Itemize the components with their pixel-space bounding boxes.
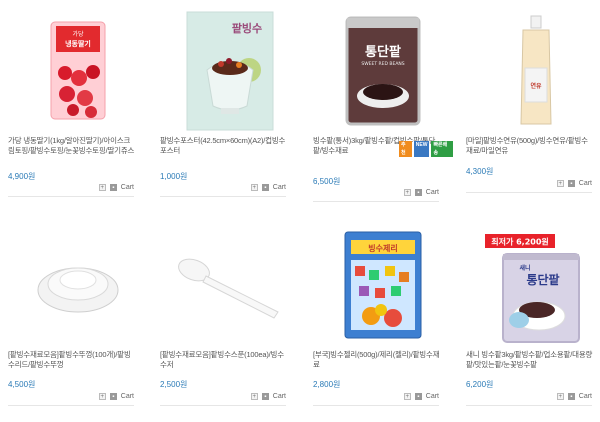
- divider: [313, 201, 439, 202]
- product-image[interactable]: 가당 냉동딸기: [8, 8, 148, 133]
- divider: [160, 196, 286, 197]
- plus-icon[interactable]: +: [556, 180, 564, 187]
- product-actions: + ▪ Cart: [403, 393, 439, 400]
- product-price: 1,000원: [160, 172, 188, 181]
- cart-label[interactable]: Cart: [579, 180, 592, 187]
- badge-new: NEW: [413, 141, 430, 157]
- plus-icon[interactable]: +: [250, 393, 258, 400]
- product-name[interactable]: [팥빙수재료모음]팥빙수스푼(100ea)/빙수수저: [160, 350, 288, 370]
- product-card[interactable]: [팥빙수재료모음]팥빙수뚜껑(100개)/팥빙수리드/팥빙수뚜껑 4,500원 …: [8, 222, 148, 422]
- p8-banner: 최저가 6,200원: [491, 236, 549, 246]
- cart-icon[interactable]: ▪: [109, 393, 117, 400]
- product-card[interactable]: 가당 냉동딸기 가당 냉동딸기(1kg/알아진딸기)/아이스크림토핑/팥빙수토핑…: [8, 8, 148, 208]
- product-card[interactable]: 연유 [마일]팥빙수연유(500g)/빙수연유/팥빙수재료/마일연유 4,300…: [466, 8, 600, 208]
- product-name[interactable]: 팥빙수포스터(42.5cm×60cm)(A2)/컵빙수포스터: [160, 136, 288, 156]
- p3-sub: SWEET RED BEANS: [361, 61, 404, 67]
- badge-fast: 빠른배송: [431, 141, 453, 157]
- product-card[interactable]: 통단팥 SWEET RED BEANS 빙수팥(통서)3kg/팥빙수팥/컵빙수팥…: [313, 8, 453, 208]
- product-card[interactable]: 빙수제리 [부국]빙수젤리(500g)/제리(젤리)/팥빙수재료 2,800원 …: [313, 222, 453, 422]
- product-actions: + ▪ Cart: [250, 393, 286, 400]
- cart-label[interactable]: Cart: [273, 393, 286, 400]
- cart-icon[interactable]: ▪: [414, 393, 422, 400]
- product-name[interactable]: 가당 냉동딸기(1kg/알아진딸기)/아이스크림토핑/팥빙수토핑/눈꽃빙수토핑/…: [8, 136, 136, 156]
- cart-label[interactable]: Cart: [579, 393, 592, 400]
- product-name[interactable]: 새니 빙수팥3kg/팥빙수팥/업소용팥/대용량팥/맛있는팥/눈꽃빙수팥: [466, 350, 594, 370]
- divider: [313, 405, 439, 406]
- product-price: 4,300원: [466, 167, 494, 176]
- cart-label[interactable]: Cart: [121, 393, 134, 400]
- cart-label[interactable]: Cart: [273, 184, 286, 191]
- p1-brand: 가당: [72, 30, 84, 38]
- product-actions: + ▪ Cart: [250, 184, 286, 191]
- product-actions: + ▪ Cart: [98, 393, 134, 400]
- product-card[interactable]: [팥빙수재료모음]팥빙수스푼(100ea)/빙수수저 2,500원 + ▪ Ca…: [160, 222, 300, 422]
- p2-title: 팥빙수: [232, 21, 262, 35]
- p7-title: 빙수제리: [368, 243, 397, 253]
- divider: [160, 405, 286, 406]
- product-image[interactable]: 팥빙수: [160, 8, 300, 133]
- product-name[interactable]: [팥빙수재료모음]팥빙수뚜껑(100개)/팥빙수리드/팥빙수뚜껑: [8, 350, 136, 370]
- cart-icon[interactable]: ▪: [261, 393, 269, 400]
- product-image[interactable]: 연유: [466, 8, 600, 133]
- product-name[interactable]: [마일]팥빙수연유(500g)/빙수연유/팥빙수재료/마일연유: [466, 136, 594, 156]
- product-image[interactable]: [8, 222, 148, 347]
- divider: [466, 192, 592, 193]
- plus-icon[interactable]: +: [98, 184, 106, 191]
- product-price: 4,900원: [8, 172, 36, 181]
- p8-brand: 새니: [519, 264, 530, 272]
- product-price: 6,500원: [313, 177, 341, 186]
- cart-icon[interactable]: ▪: [567, 180, 575, 187]
- product-name[interactable]: [부국]빙수젤리(500g)/제리(젤리)/팥빙수재료: [313, 350, 441, 370]
- plus-icon[interactable]: +: [98, 393, 106, 400]
- product-price: 6,200원: [466, 380, 494, 389]
- divider: [8, 196, 134, 197]
- cart-label[interactable]: Cart: [426, 189, 439, 196]
- plus-icon[interactable]: +: [403, 189, 411, 196]
- product-card[interactable]: 팥빙수 팥빙수포스터(42.5cm×60cm)(A2)/컵빙수포스터 1,000…: [160, 8, 300, 208]
- plus-icon[interactable]: +: [250, 184, 258, 191]
- badge-recommend: 추천: [399, 141, 412, 157]
- plus-icon[interactable]: +: [403, 393, 411, 400]
- p8-title: 통단팥: [526, 272, 559, 287]
- product-card[interactable]: 최저가 6,200원 새니 통단팥 새니 빙수팥3kg/팥빙수팥/업소용팥/대용…: [466, 222, 600, 422]
- product-actions: + ▪ Cart: [556, 393, 592, 400]
- p3-title: 통단팥: [365, 44, 401, 60]
- product-image[interactable]: 빙수제리: [313, 222, 453, 347]
- product-image[interactable]: 통단팥 SWEET RED BEANS: [313, 8, 453, 133]
- product-image[interactable]: 최저가 6,200원 새니 통단팥: [466, 222, 600, 347]
- cart-label[interactable]: Cart: [426, 393, 439, 400]
- cart-label[interactable]: Cart: [121, 184, 134, 191]
- badge-group: 추천 NEW 빠른배송: [399, 141, 453, 157]
- cart-icon[interactable]: ▪: [261, 184, 269, 191]
- cart-icon[interactable]: ▪: [414, 189, 422, 196]
- product-price: 2,800원: [313, 380, 341, 389]
- divider: [8, 405, 134, 406]
- product-price: 2,500원: [160, 380, 188, 389]
- p1-label: 냉동딸기: [65, 39, 91, 48]
- product-image[interactable]: [160, 222, 300, 347]
- product-price: 4,500원: [8, 380, 36, 389]
- product-grid: 가당 냉동딸기 가당 냉동딸기(1kg/알아진딸기)/아이스크림토핑/팥빙수토핑…: [0, 0, 600, 414]
- p4-label: 연유: [530, 82, 542, 90]
- divider: [466, 405, 592, 406]
- product-actions: + ▪ Cart: [556, 180, 592, 187]
- product-actions: + ▪ Cart: [403, 189, 439, 196]
- product-actions: + ▪ Cart: [98, 184, 134, 191]
- cart-icon[interactable]: ▪: [109, 184, 117, 191]
- plus-icon[interactable]: +: [556, 393, 564, 400]
- cart-icon[interactable]: ▪: [567, 393, 575, 400]
